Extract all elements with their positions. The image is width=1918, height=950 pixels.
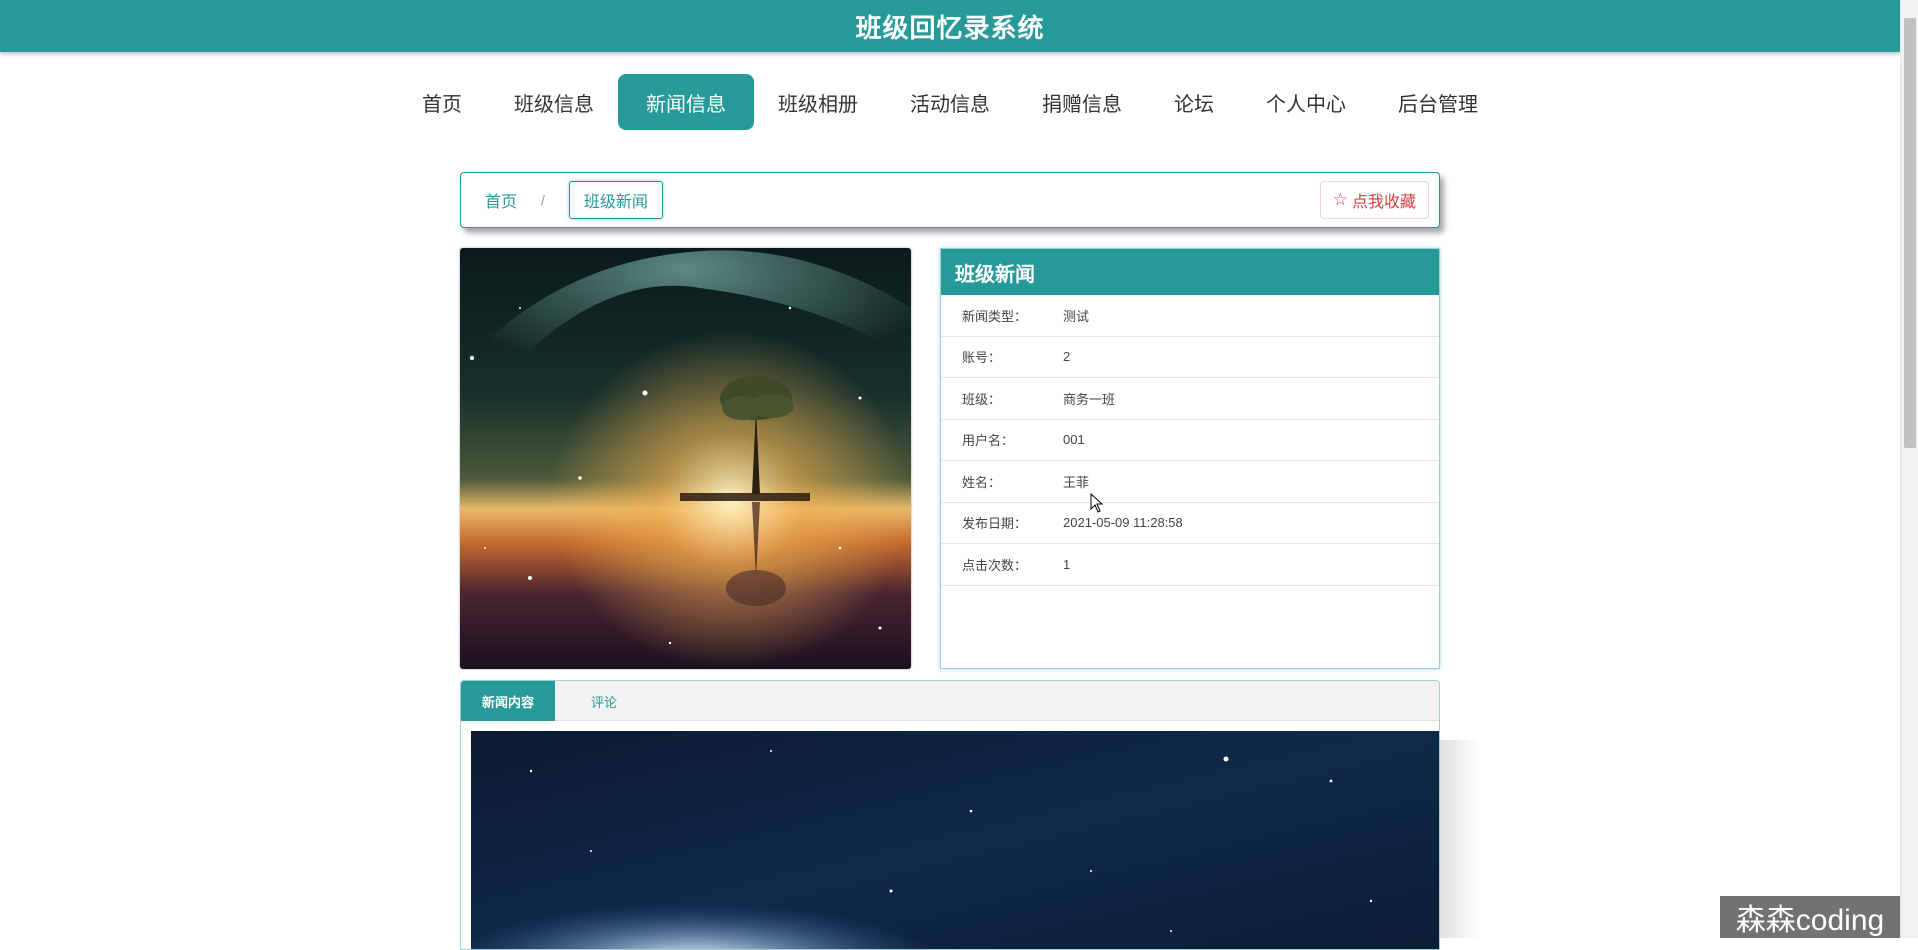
info-value: 1 (1063, 557, 1439, 572)
news-tabs: 新闻内容 评论 (460, 680, 1440, 950)
nav-label: 捐赠信息 (1042, 88, 1122, 117)
info-label: 用户名： (941, 430, 1063, 449)
nav-label: 班级相册 (778, 88, 858, 117)
news-info-panel: 班级新闻 新闻类型： 测试 账号： 2 班级： 商务一班 用户名： 001 姓名… (940, 248, 1440, 669)
breadcrumb: 首页 / 班级新闻 ☆ 点我收藏 (460, 172, 1440, 228)
info-row-name: 姓名： 王菲 (941, 461, 1439, 503)
nav-label: 论坛 (1174, 88, 1214, 117)
info-value: 商务一班 (1063, 389, 1439, 408)
info-label: 发布日期： (941, 513, 1063, 532)
top-header: 班级回忆录系统 (0, 0, 1900, 52)
nav-item-album[interactable]: 班级相册 (750, 74, 886, 130)
vertical-scrollbar[interactable] (1900, 0, 1918, 938)
tab-header: 新闻内容 评论 (461, 681, 1439, 721)
nav-item-home[interactable]: 首页 (394, 74, 490, 130)
nav-label: 后台管理 (1398, 88, 1478, 117)
info-label: 班级： (941, 389, 1063, 408)
breadcrumb-home-link[interactable]: 首页 (485, 188, 517, 212)
info-label: 新闻类型： (941, 306, 1063, 325)
info-label: 点击次数： (941, 555, 1063, 574)
nav-label: 班级信息 (514, 88, 594, 117)
breadcrumb-current: 班级新闻 (569, 181, 663, 219)
nav-item-donations[interactable]: 捐赠信息 (1014, 74, 1150, 130)
nav-item-activities[interactable]: 活动信息 (882, 74, 1018, 130)
main-nav: 首页 班级信息 新闻信息 班级相册 活动信息 捐赠信息 论坛 个人中心 后台管理 (0, 74, 1900, 130)
info-row-click-count: 点击次数： 1 (941, 544, 1439, 586)
info-label: 姓名： (941, 472, 1063, 491)
favorite-button[interactable]: ☆ 点我收藏 (1320, 181, 1429, 219)
news-cover-image (460, 248, 911, 669)
breadcrumb-separator: / (541, 192, 545, 208)
nav-item-forum[interactable]: 论坛 (1146, 74, 1242, 130)
info-row-class: 班级： 商务一班 (941, 378, 1439, 420)
info-value: 2 (1063, 349, 1439, 364)
tab-label: 评论 (591, 692, 617, 711)
nav-label: 新闻信息 (646, 88, 726, 117)
info-label: 账号： (941, 347, 1063, 366)
info-row-username: 用户名： 001 (941, 420, 1439, 462)
star-outline-icon: ☆ (1333, 190, 1348, 210)
nav-item-news[interactable]: 新闻信息 (618, 74, 754, 130)
tab-label: 新闻内容 (482, 692, 534, 711)
news-content-image (471, 731, 1440, 950)
info-row-account: 账号： 2 (941, 337, 1439, 379)
info-panel-title: 班级新闻 (941, 249, 1439, 295)
info-value: 王菲 (1063, 472, 1439, 491)
nav-item-admin[interactable]: 后台管理 (1370, 74, 1506, 130)
favorite-label: 点我收藏 (1352, 188, 1416, 212)
info-value: 测试 (1063, 306, 1439, 325)
mouse-cursor-icon (1090, 493, 1104, 518)
nav-item-personal-center[interactable]: 个人中心 (1238, 74, 1374, 130)
tab-comments[interactable]: 评论 (571, 681, 637, 721)
nav-label: 活动信息 (910, 88, 990, 117)
tab-news-content[interactable]: 新闻内容 (461, 681, 555, 721)
scrollbar-thumb[interactable] (1904, 18, 1916, 448)
app-title: 班级回忆录系统 (855, 8, 1044, 45)
info-value: 001 (1063, 432, 1439, 447)
nav-label: 个人中心 (1266, 88, 1346, 117)
content-edge-shadow (1440, 740, 1480, 938)
watermark: 森森coding (1720, 896, 1900, 938)
info-row-publish-date: 发布日期： 2021-05-09 11:28:58 (941, 503, 1439, 545)
nav-label: 首页 (422, 88, 462, 117)
info-row-news-type: 新闻类型： 测试 (941, 295, 1439, 337)
nav-item-class-info[interactable]: 班级信息 (486, 74, 622, 130)
info-value: 2021-05-09 11:28:58 (1063, 515, 1439, 530)
